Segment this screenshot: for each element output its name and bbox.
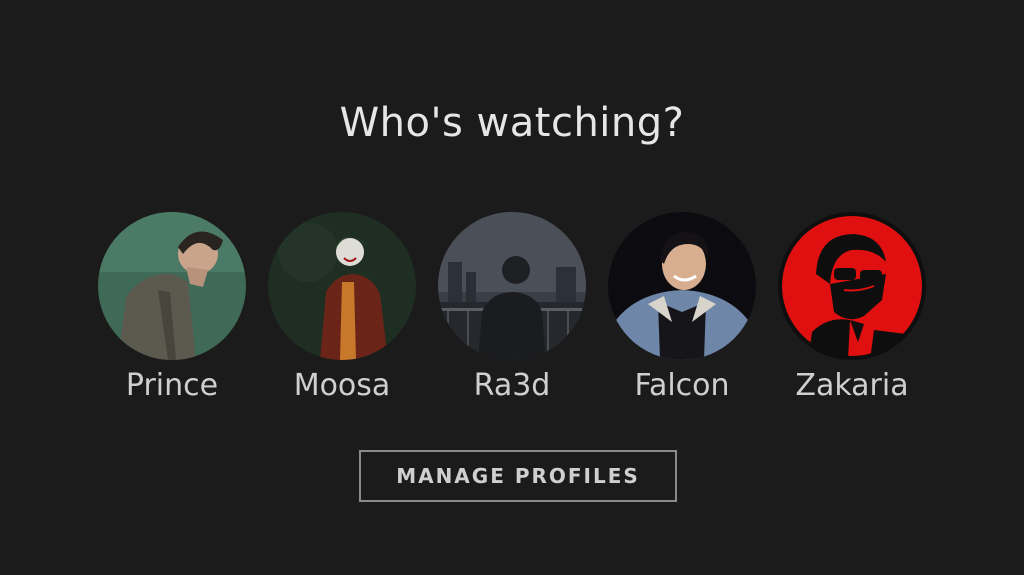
avatar-image-zakaria <box>778 212 926 360</box>
page-title: Who's watching? <box>339 100 685 146</box>
profile-ra3d[interactable]: Ra3d <box>427 212 597 403</box>
avatar-image-moosa <box>268 212 416 360</box>
avatar-falcon[interactable] <box>608 212 756 360</box>
profile-name: Ra3d <box>473 368 551 403</box>
avatar-ra3d[interactable] <box>438 212 586 360</box>
avatar-zakaria[interactable] <box>778 212 926 360</box>
profile-moosa[interactable]: Moosa <box>257 212 427 403</box>
avatar-image-falcon <box>608 212 756 360</box>
profile-prince[interactable]: Prince <box>87 212 257 403</box>
manage-profiles-button[interactable]: MANAGE PROFILES <box>359 450 677 502</box>
avatar-image-prince <box>98 212 246 360</box>
profile-name: Prince <box>125 368 219 403</box>
avatar-image-ra3d <box>438 212 586 360</box>
profile-name: Moosa <box>293 368 391 403</box>
profile-selection-screen: Who's watching? Prince Moosa Ra3d Falcon… <box>0 0 1024 575</box>
profile-list: Prince Moosa Ra3d Falcon Zakaria <box>0 212 1024 422</box>
avatar-prince[interactable] <box>98 212 246 360</box>
profile-name: Falcon <box>634 368 730 403</box>
profile-zakaria[interactable]: Zakaria <box>767 212 937 403</box>
profile-falcon[interactable]: Falcon <box>597 212 767 403</box>
profile-name: Zakaria <box>795 368 909 403</box>
avatar-moosa[interactable] <box>268 212 416 360</box>
